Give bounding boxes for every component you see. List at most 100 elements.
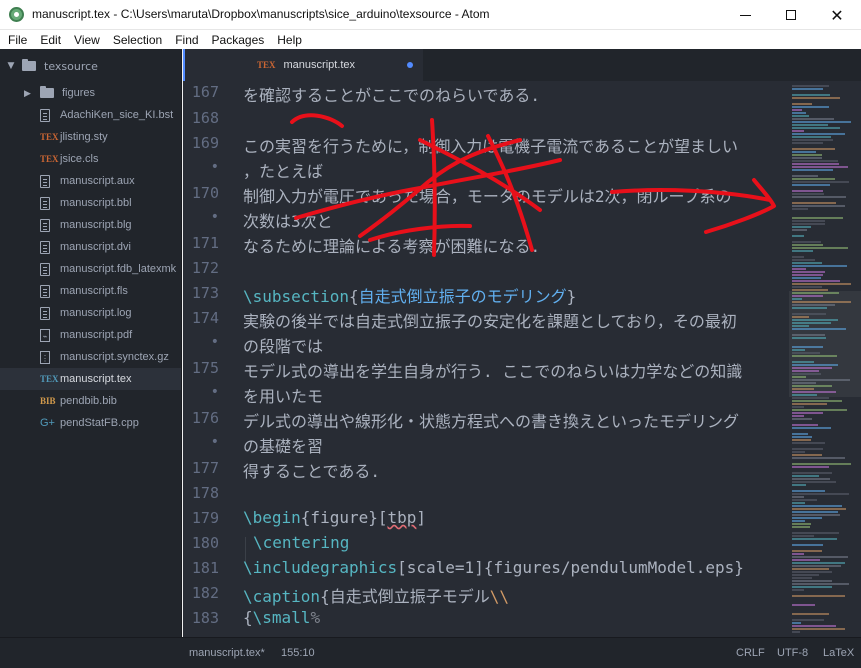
minimap-line: [792, 304, 835, 306]
tab-label: manuscript.tex: [283, 59, 356, 71]
tree-item-file[interactable]: ⋮ manuscript.synctex.gz: [0, 346, 181, 368]
minimap-line: [792, 502, 805, 504]
window-title: manuscript.tex - C:\Users\maruta\Dropbox…: [32, 7, 490, 21]
maximize-button[interactable]: [768, 0, 814, 30]
code-line-includegraphics: \includegraphics[scale=1]{figures/pendul…: [243, 558, 744, 577]
minimap-line: [792, 520, 805, 522]
menu-find[interactable]: Find: [170, 33, 203, 47]
tree-item-figures[interactable]: ▶ figures: [0, 82, 181, 104]
minimap-line: [792, 352, 820, 354]
code-text-span: {自走式倒立振子モデル: [320, 587, 490, 606]
minimap-line: [792, 160, 838, 162]
tree-item-file[interactable]: AdachiKen_sice_KI.bst: [0, 104, 181, 126]
status-encoding[interactable]: UTF-8: [777, 647, 808, 659]
tree-item-file[interactable]: manuscript.fdb_latexmk: [0, 258, 181, 280]
minimap-line: [792, 373, 821, 375]
minimap-line: [792, 295, 823, 297]
menu-view[interactable]: View: [69, 33, 105, 47]
status-cursor-position[interactable]: 155:10: [281, 647, 315, 659]
minimap[interactable]: [789, 81, 861, 637]
tree-item-file[interactable]: G+ pendStatFB.cpp: [0, 412, 181, 434]
minimap-line: [792, 562, 845, 564]
minimap-line: [792, 106, 829, 108]
modified-indicator-icon[interactable]: [407, 62, 413, 68]
minimap-line: [792, 517, 822, 519]
minimap-line: [792, 163, 839, 165]
minimap-line: [792, 550, 822, 552]
minimap-line: [792, 280, 840, 282]
minimap-line: [792, 169, 833, 171]
menu-packages[interactable]: Packages: [207, 33, 270, 47]
tree-root-folder[interactable]: ▼ texsource: [0, 55, 181, 77]
code-line-begin-figure: \begin{figure}[tbp]: [243, 508, 426, 527]
latex-command: \centering: [253, 533, 350, 552]
code-line: 制御入力が電圧であった場合，モータのモデルは2次，閉ループ系の: [243, 187, 732, 206]
chevron-down-icon: ▼: [7, 61, 15, 71]
minimap-line: [792, 439, 811, 441]
close-button[interactable]: ✕: [814, 0, 860, 30]
minimap-line: [792, 292, 839, 294]
minimap-line: [792, 316, 809, 318]
spellcheck-error: tbp: [387, 508, 417, 527]
status-grammar[interactable]: LaTeX: [823, 647, 854, 659]
minimap-line: [792, 544, 823, 546]
tree-status-area: [0, 637, 183, 668]
tree-item-file[interactable]: TEX jsice.cls: [0, 148, 181, 170]
tree-item-file[interactable]: manuscript.fls: [0, 280, 181, 302]
minimap-line: [792, 121, 851, 123]
minimap-line: [792, 328, 846, 330]
minimap-line: [792, 361, 814, 363]
tree-item-file[interactable]: ⌁ manuscript.pdf: [0, 324, 181, 346]
minimap-line: [792, 271, 825, 273]
tree-item-file[interactable]: BIB pendbib.bib: [0, 390, 181, 412]
status-file-path[interactable]: manuscript.tex*: [189, 647, 265, 659]
line-number-gutter: 167 168 169 • 170 • 171 172 173 174 • 17…: [183, 81, 233, 637]
minimap-line: [792, 394, 817, 396]
minimap-line: [792, 208, 808, 210]
tree-item-file[interactable]: manuscript.aux: [0, 170, 181, 192]
minimap-line: [792, 505, 842, 507]
tree-item-file[interactable]: manuscript.log: [0, 302, 181, 324]
minimap-line: [792, 307, 827, 309]
minimap-line: [792, 391, 836, 393]
tab-manuscript-tex[interactable]: TEX manuscript.tex: [183, 49, 423, 81]
minimap-line: [792, 499, 817, 501]
minimap-line: [792, 268, 806, 270]
file-text-icon: [40, 284, 50, 298]
minimap-line: [792, 244, 823, 246]
tree-file-list: ▶ figures AdachiKen_sice_KI.bst TEX jlist…: [0, 82, 181, 434]
minimap-line: [792, 274, 823, 276]
menu-help[interactable]: Help: [272, 33, 307, 47]
minimize-button[interactable]: [722, 0, 768, 30]
subsection-title: 自走式倒立振子のモデリング: [358, 287, 567, 306]
latex-command: \small: [252, 608, 311, 627]
menu-selection[interactable]: Selection: [108, 33, 167, 47]
minimap-line: [792, 355, 837, 357]
pdf-icon: ⌁: [40, 328, 50, 342]
editor-pane[interactable]: 167 168 169 • 170 • 171 172 173 174 • 17…: [183, 81, 789, 637]
brace: {: [348, 287, 359, 306]
minimap-line: [792, 442, 825, 444]
minimap-line: [792, 376, 806, 378]
tree-item-file[interactable]: manuscript.bbl: [0, 192, 181, 214]
minimap-line: [792, 262, 822, 264]
menu-file[interactable]: File: [3, 33, 32, 47]
minimap-line: [792, 193, 824, 195]
folder-icon: [40, 86, 54, 98]
menu-edit[interactable]: Edit: [35, 33, 66, 47]
cpp-icon: G+: [40, 416, 55, 429]
status-line-ending[interactable]: CRLF: [736, 647, 765, 659]
latex-command: \subsection: [243, 287, 349, 306]
minimap-line: [792, 457, 845, 459]
minimap-line: [792, 247, 848, 249]
tree-item-file[interactable]: TEX jlisting.sty: [0, 126, 181, 148]
atom-app-icon: [9, 7, 24, 22]
line-number: 169: [191, 134, 219, 152]
minimap-line: [792, 127, 840, 129]
tree-item-file-selected[interactable]: TEX manuscript.tex: [0, 368, 181, 390]
minimap-line: [792, 478, 830, 480]
tree-item-file[interactable]: manuscript.dvi: [0, 236, 181, 258]
minimap-line: [792, 178, 835, 180]
code-line: 次数は3次と: [243, 212, 333, 231]
tree-item-file[interactable]: manuscript.blg: [0, 214, 181, 236]
